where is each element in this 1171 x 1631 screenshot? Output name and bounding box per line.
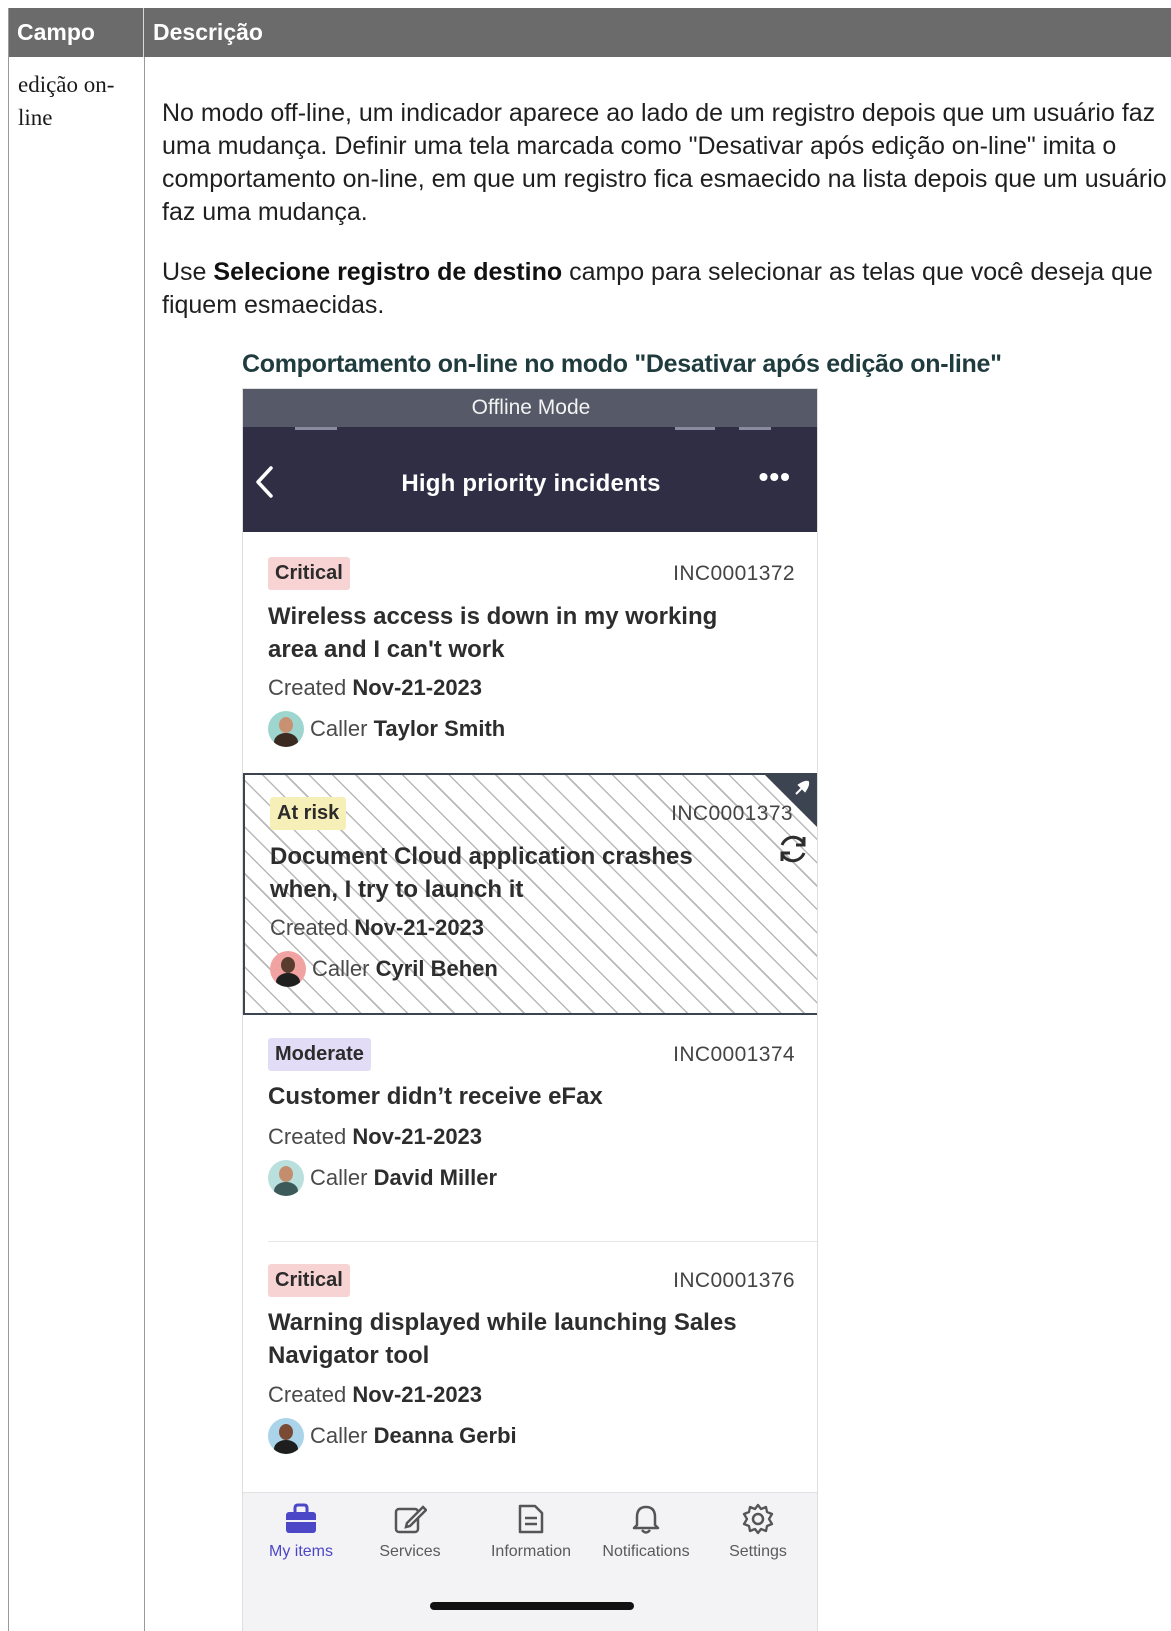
edit-icon (394, 1505, 427, 1534)
description-paragraph-2: Use Selecione registro de destino campo … (162, 256, 1171, 322)
avatar (270, 951, 306, 987)
tab-my-items[interactable]: My items (243, 1503, 359, 1561)
avatar (268, 1418, 304, 1454)
document-icon (518, 1504, 544, 1534)
more-options-icon[interactable]: ••• (759, 461, 791, 493)
page-title: High priority incidents (401, 470, 661, 497)
bottom-tab-bar: My items Services Information Notificati… (243, 1492, 817, 1631)
caller-info: Caller Taylor Smith (268, 711, 505, 747)
priority-badge: Moderate (268, 1038, 371, 1071)
home-indicator[interactable] (430, 1602, 634, 1610)
header-descricao: Descrição (153, 19, 263, 45)
priority-badge: Critical (268, 1264, 350, 1297)
bell-icon (632, 1505, 660, 1534)
incident-title: Document Cloud application crashes when,… (270, 843, 693, 903)
edit-offline-icon (793, 779, 811, 802)
campo-cell: edição on-line (18, 72, 115, 130)
tab-information[interactable]: Information (473, 1503, 589, 1561)
incident-title: Customer didn’t receive eFax (268, 1083, 603, 1110)
table-header-row: Campo Descrição (9, 8, 1171, 57)
avatar (268, 711, 304, 747)
status-bar (243, 427, 817, 437)
para2-prefix: Use (162, 258, 214, 286)
navigation-bar: High priority incidents ••• (243, 437, 817, 532)
incident-number: INC0001374 (673, 1043, 795, 1066)
field-name-bold: Selecione registro de destino (213, 258, 563, 286)
tab-services[interactable]: Services (352, 1503, 468, 1561)
created-date: Created Nov-21-2023 (270, 915, 485, 940)
offline-mode-banner: Offline Mode (243, 389, 817, 427)
sync-icon (775, 831, 811, 867)
created-date: Created Nov-21-2023 (268, 675, 483, 700)
incident-card[interactable]: Critical INC0001376 Warning displayed wh… (243, 1242, 817, 1491)
figure-caption: Comportamento on-line no modo "Desativar… (242, 350, 1002, 378)
created-date: Created Nov-21-2023 (268, 1382, 483, 1407)
description-paragraph-1: No modo off-line, um indicador aparece a… (162, 99, 1167, 226)
gear-icon (742, 1503, 774, 1535)
incident-number: INC0001373 (671, 802, 793, 825)
briefcase-icon (286, 1503, 316, 1533)
tab-settings[interactable]: Settings (700, 1503, 816, 1561)
incident-card-disabled: At risk INC0001373 Document Cloud applic… (243, 773, 817, 1015)
created-date: Created Nov-21-2023 (268, 1124, 483, 1149)
incident-title: Warning displayed while launching Sales … (268, 1309, 737, 1369)
priority-badge: At risk (270, 797, 347, 830)
tab-notifications[interactable]: Notifications (588, 1503, 704, 1561)
caller-info: Caller Cyril Behen (270, 951, 498, 987)
description-table: Campo Descrição edição on-line No modo o… (8, 8, 1171, 1631)
caller-info: Caller David Miller (268, 1160, 497, 1196)
header-campo: Campo (9, 8, 144, 57)
incident-card[interactable]: Moderate INC0001374 Customer didn’t rece… (243, 1016, 817, 1232)
priority-badge: Critical (268, 557, 350, 590)
avatar (268, 1160, 304, 1196)
incident-number: INC0001376 (673, 1269, 795, 1292)
phone-screenshot: Offline Mode High priority incidents •••… (242, 388, 818, 1631)
column-divider (144, 57, 145, 1631)
incident-number: INC0001372 (673, 562, 795, 585)
caller-info: Caller Deanna Gerbi (268, 1418, 517, 1454)
incident-title: Wireless access is down in my working ar… (268, 603, 718, 663)
incident-card[interactable]: Critical INC0001372 Wireless access is d… (243, 532, 817, 772)
